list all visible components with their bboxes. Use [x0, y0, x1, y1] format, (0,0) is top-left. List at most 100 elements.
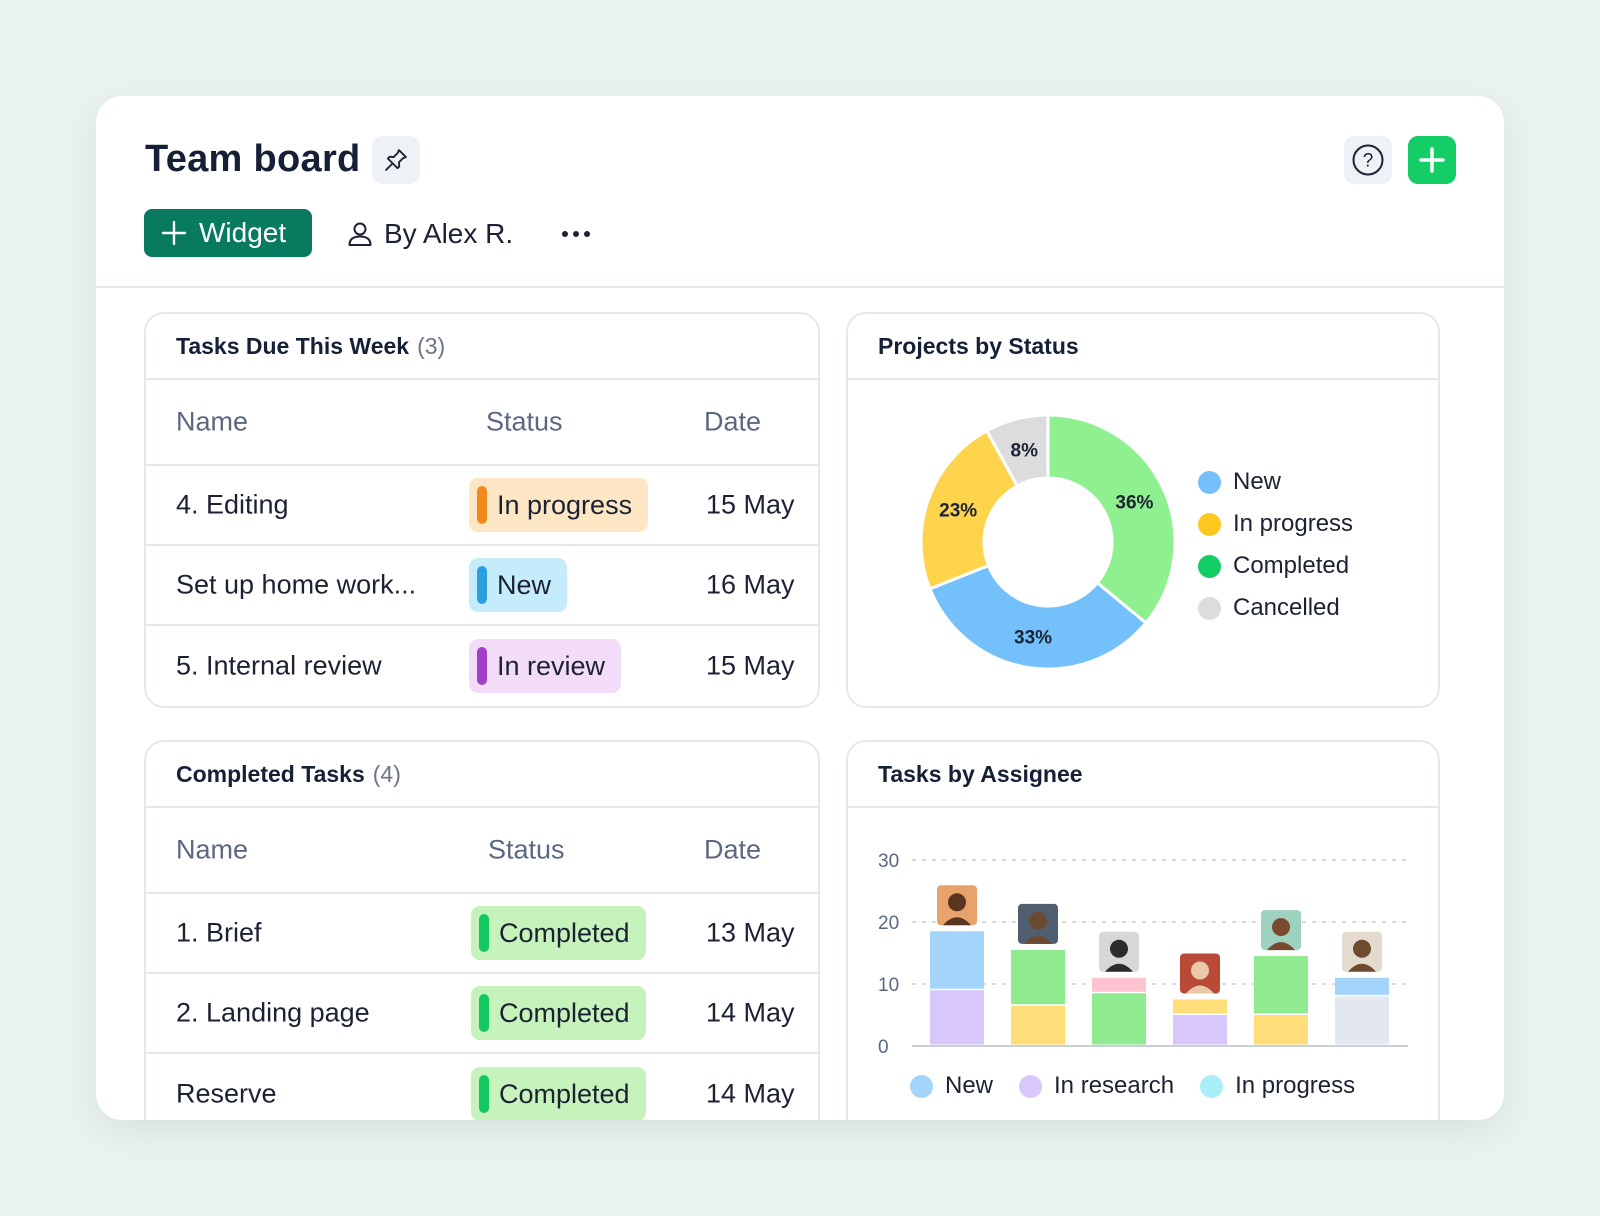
svg-text:?: ? [1363, 151, 1374, 172]
column-date[interactable]: Date [704, 407, 761, 438]
table-row[interactable]: 4. Editing In progress 15 May [146, 466, 818, 546]
legend-item[interactable]: In progress [1200, 1072, 1355, 1100]
assignee-avatar[interactable] [937, 885, 977, 926]
assignee-avatar[interactable] [1180, 953, 1220, 994]
board-header: Team board ? Widget By Alex R. [96, 96, 1504, 288]
stacked-bar-chart: 30 20 10 0 [878, 851, 1408, 1058]
status-badge: Completed [471, 906, 646, 960]
table-row[interactable]: 5. Internal review In review 15 May [146, 626, 818, 706]
legend-item[interactable]: In research [1019, 1072, 1174, 1100]
bar-segment[interactable] [1254, 1015, 1308, 1045]
more-dot [573, 231, 579, 237]
bar-segment[interactable] [930, 990, 984, 1045]
panel-header: Tasks by Assignee [848, 742, 1438, 808]
add-widget-label: Widget [199, 217, 287, 248]
bar-segment[interactable] [1335, 977, 1389, 995]
bar-segment[interactable] [1254, 956, 1308, 1014]
owner-label: By Alex R. [384, 218, 514, 249]
legend-item[interactable]: New [910, 1072, 993, 1100]
task-name: Reserve [176, 1078, 277, 1109]
status-label: Completed [499, 1078, 630, 1109]
table-row[interactable]: 1. Brief Completed 13 May [146, 894, 818, 974]
legend-swatch [1198, 554, 1221, 578]
column-date[interactable]: Date [704, 835, 761, 866]
slice-label: 33% [1014, 627, 1052, 648]
more-options-button[interactable] [562, 214, 590, 254]
table-row[interactable]: Set up home work... New 16 May [146, 546, 818, 626]
plus-icon [161, 220, 187, 246]
task-name: 2. Landing page [176, 997, 370, 1028]
legend-label: In progress [1233, 510, 1354, 537]
bar-segment[interactable] [1173, 1015, 1227, 1045]
legend-item[interactable]: Cancelled [1198, 594, 1353, 622]
help-button[interactable]: ? [1344, 136, 1392, 184]
donut-legend: New In progress Completed Cancelled [1198, 468, 1353, 622]
bar-segment[interactable] [1092, 977, 1146, 992]
assignee-avatar[interactable] [1099, 931, 1139, 972]
legend-swatch [1200, 1074, 1224, 1098]
add-widget-button[interactable]: Widget [144, 209, 312, 257]
tasks-by-assignee-panel: Tasks by Assignee 30 20 10 0 New In researc… [846, 740, 1440, 1120]
column-status[interactable]: Status [488, 835, 565, 866]
bar-segment[interactable] [930, 931, 984, 989]
bar-segment[interactable] [1011, 1005, 1065, 1045]
status-label: In progress [497, 489, 633, 520]
pin-button[interactable] [372, 136, 420, 184]
table-row[interactable]: Reserve Completed 14 May [146, 1054, 818, 1120]
plus-icon [1419, 147, 1445, 173]
task-name: Set up home work... [176, 569, 417, 600]
status-label: New [497, 569, 552, 600]
legend-item[interactable]: New [1198, 468, 1353, 496]
bar-segment[interactable] [1335, 996, 1389, 1045]
slice-label: 23% [939, 501, 977, 522]
column-name[interactable]: Name [176, 407, 248, 438]
task-date: 14 May [706, 997, 795, 1028]
legend-label: New [1233, 468, 1282, 495]
status-indicator [479, 1075, 489, 1113]
status-indicator [477, 647, 487, 685]
task-name: 1. Brief [176, 917, 262, 948]
add-button[interactable] [1408, 136, 1456, 184]
task-date: 13 May [706, 917, 795, 948]
status-badge: In progress [469, 478, 649, 532]
task-date: 16 May [706, 569, 795, 600]
owner-filter[interactable]: By Alex R. [346, 214, 513, 254]
status-indicator [477, 486, 487, 524]
bar-segment[interactable] [1092, 993, 1146, 1045]
table-header-row: Name Status Date [146, 380, 818, 466]
projects-by-status-panel: Projects by Status 36% 33% 23% 8% New In pr… [846, 312, 1440, 708]
donut-slice[interactable] [1046, 413, 1177, 626]
status-badge: Completed [471, 986, 646, 1040]
legend-swatch [1198, 512, 1221, 536]
donut-chart: 36% 33% 23% 8% [919, 413, 1177, 671]
panel-header: Completed Tasks (4) [146, 742, 818, 808]
assignee-avatar[interactable] [1018, 903, 1058, 944]
table-row[interactable]: 2. Landing page Completed 14 May [146, 974, 818, 1054]
legend-swatch [1198, 470, 1221, 494]
status-indicator [477, 566, 487, 604]
bar-segment[interactable] [1011, 949, 1065, 1005]
column-status[interactable]: Status [486, 407, 563, 438]
user-icon [348, 222, 372, 246]
panel-header: Tasks Due This Week (3) [146, 314, 818, 380]
status-badge: New [469, 558, 568, 612]
assignee-avatar[interactable] [1342, 931, 1382, 972]
task-count: (4) [372, 760, 401, 787]
y-tick-label: 20 [878, 913, 899, 934]
bar-segment[interactable] [1173, 999, 1227, 1014]
task-date: 14 May [706, 1078, 795, 1109]
bar-legend: New In research In progress [910, 1072, 1355, 1100]
y-tick-label: 10 [878, 975, 899, 996]
pin-icon [385, 149, 407, 171]
page-title: Team board [145, 138, 361, 180]
legend-item[interactable]: Completed [1198, 552, 1353, 580]
help-icon: ? [1352, 144, 1384, 176]
column-name[interactable]: Name [176, 835, 248, 866]
assignee-avatar[interactable] [1261, 910, 1301, 951]
more-dot [584, 231, 590, 237]
legend-item[interactable]: In progress [1198, 510, 1353, 538]
y-tick-label: 30 [878, 851, 899, 872]
completed-tasks-panel: Completed Tasks (4) Name Status Date 1. … [144, 740, 820, 1120]
tasks-due-table: Name Status Date 4. Editing In progress … [146, 380, 818, 706]
panel-title: Projects by Status [878, 332, 1079, 359]
